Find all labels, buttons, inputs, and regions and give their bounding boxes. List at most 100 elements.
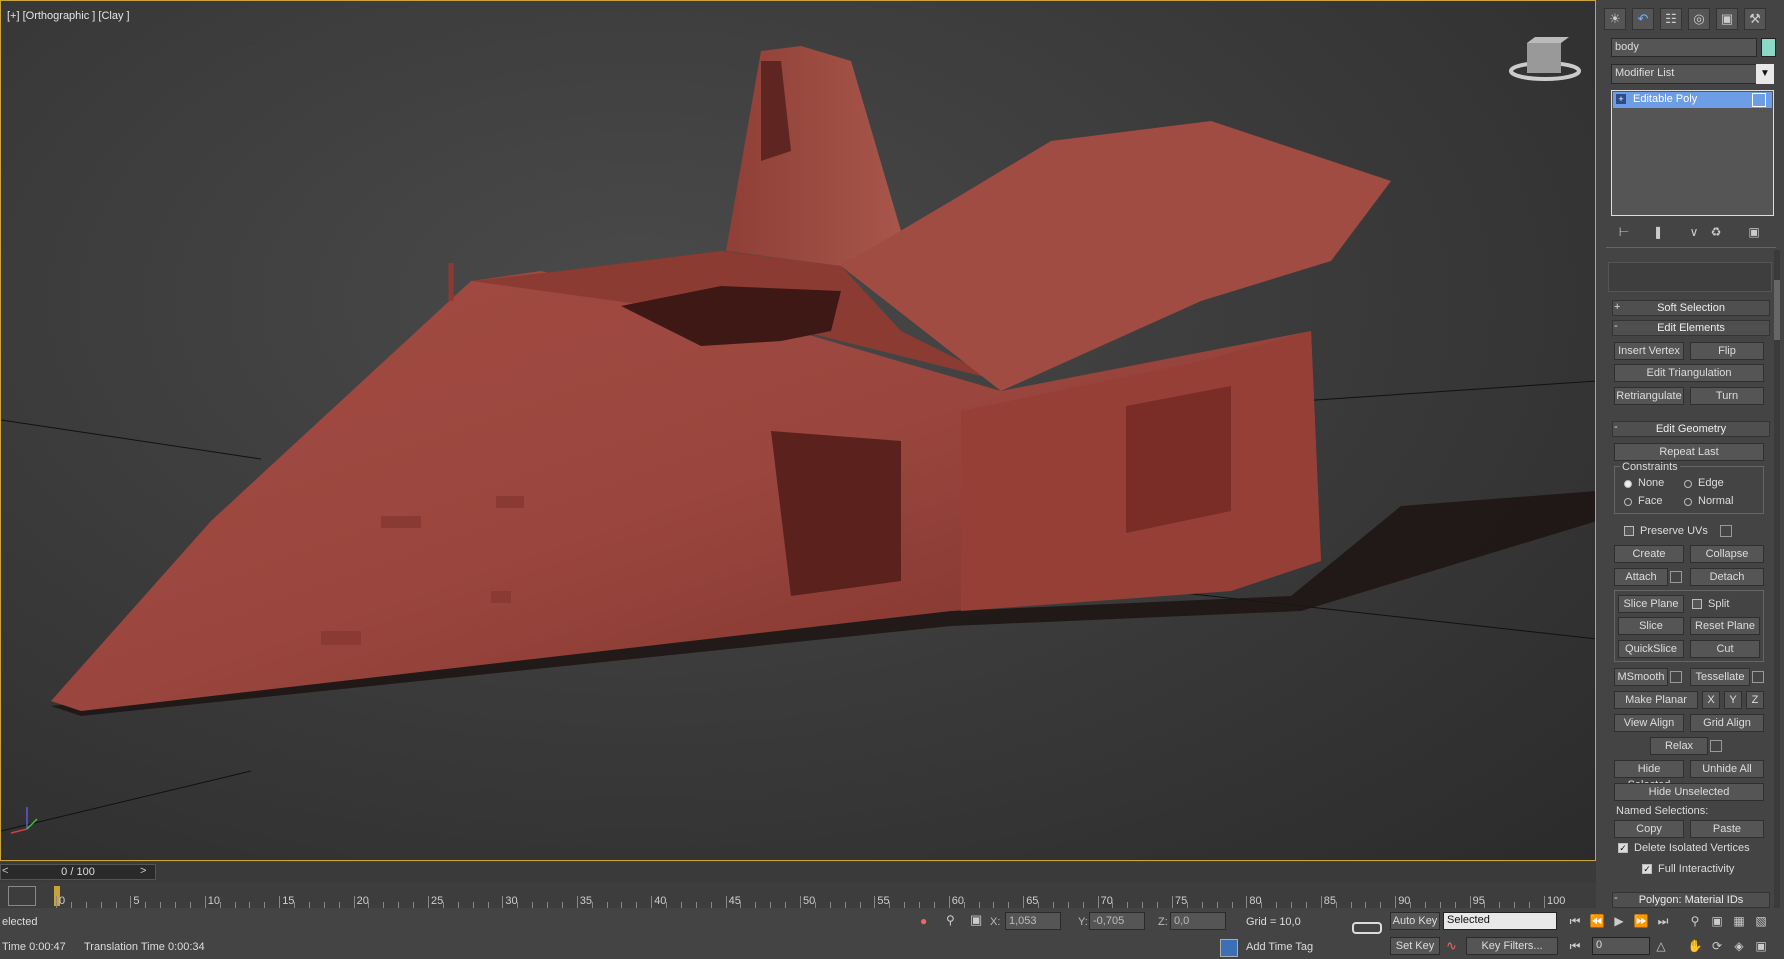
key-mode-icon[interactable]: ∿ [1446, 938, 1457, 954]
unhide-all-button[interactable]: Unhide All [1690, 760, 1764, 778]
viewport[interactable]: [+] [Orthographic ] [Clay ] [0, 0, 1596, 861]
chevron-down-icon[interactable]: ▼ [1756, 64, 1774, 84]
utilities-tab-icon[interactable]: ⚒ [1744, 8, 1766, 30]
msmooth-settings-icon[interactable] [1670, 671, 1682, 683]
display-tab-icon[interactable]: ▣ [1716, 8, 1738, 30]
expand-icon[interactable]: + [1614, 301, 1620, 313]
create-tab-icon[interactable]: ☀ [1604, 8, 1626, 30]
rollout-soft-selection[interactable]: Soft Selection [1612, 300, 1770, 316]
auto-key-button[interactable]: Auto Key [1390, 912, 1440, 930]
modify-tab-icon[interactable]: ↶ [1632, 8, 1654, 30]
key-set-dropdown[interactable]: Selected [1443, 912, 1557, 930]
paste-button[interactable]: Paste [1690, 820, 1764, 838]
collapse-icon[interactable]: - [1614, 320, 1618, 332]
zoom-all-icon[interactable]: ▣ [1708, 912, 1726, 930]
prev-frame-button[interactable]: < [2, 865, 14, 879]
view-align-button[interactable]: View Align [1614, 714, 1684, 732]
transform-mode-icon[interactable]: ▣ [970, 912, 982, 928]
rollout-edit-elements[interactable]: Edit Elements [1612, 320, 1770, 336]
expand-icon[interactable]: + [1616, 94, 1626, 104]
pin-stack-icon[interactable]: ⊢ [1616, 224, 1632, 240]
hide-unselected-button[interactable]: Hide Unselected [1614, 783, 1764, 801]
delete-isolated-checkbox[interactable]: ✓ [1618, 843, 1628, 853]
relax-button[interactable]: Relax [1650, 737, 1708, 755]
next-frame-icon[interactable]: ⏩ [1632, 912, 1650, 930]
quickslice-button[interactable]: QuickSlice [1618, 640, 1684, 658]
remove-modifier-icon[interactable]: ♻ [1708, 224, 1724, 240]
make-unique-icon[interactable]: ∨ [1686, 224, 1702, 240]
slice-button[interactable]: Slice [1618, 617, 1684, 635]
repeat-last-button[interactable]: Repeat Last [1614, 443, 1764, 461]
attach-settings-icon[interactable] [1670, 571, 1682, 583]
time-slider[interactable] [0, 862, 1596, 882]
msmooth-button[interactable]: MSmooth [1614, 668, 1668, 686]
add-time-tag[interactable]: Add Time Tag [1246, 941, 1313, 953]
planar-y-button[interactable]: Y [1724, 691, 1742, 709]
split-checkbox[interactable] [1692, 599, 1702, 609]
copy-button[interactable]: Copy [1614, 820, 1684, 838]
tessellate-settings-icon[interactable] [1752, 671, 1764, 683]
curve-editor-icon[interactable] [8, 886, 36, 906]
relax-settings-icon[interactable] [1710, 740, 1722, 752]
maximize-viewport-icon[interactable]: ▣ [1752, 937, 1770, 955]
constraint-normal-radio[interactable] [1684, 498, 1692, 506]
panel-scroll-thumb[interactable] [1774, 280, 1780, 340]
preserve-uvs-settings-icon[interactable] [1720, 525, 1732, 537]
go-to-end-icon[interactable]: ⏭ [1654, 912, 1672, 930]
retriangulate-button[interactable]: Retriangulate [1614, 387, 1684, 405]
rollout-edit-geometry[interactable]: Edit Geometry [1612, 421, 1770, 437]
full-interactivity-checkbox[interactable]: ✓ [1642, 864, 1652, 874]
lock-icon[interactable]: ⚲ [946, 913, 955, 927]
planar-x-button[interactable]: X [1702, 691, 1720, 709]
viewport-label[interactable]: [+] [Orthographic ] [Clay ] [7, 10, 130, 22]
show-end-result-toggle-icon[interactable]: ❚ [1650, 224, 1666, 240]
slice-plane-button[interactable]: Slice Plane [1618, 595, 1684, 613]
reset-plane-button[interactable]: Reset Plane [1690, 617, 1760, 635]
next-frame-button[interactable]: > [140, 865, 154, 879]
collapse-button[interactable]: Collapse [1690, 545, 1764, 563]
z-coord-field[interactable]: 0,0 [1170, 912, 1226, 930]
grid-align-button[interactable]: Grid Align [1690, 714, 1764, 732]
zoom-icon[interactable]: ⚲ [1686, 912, 1704, 930]
current-frame-field[interactable]: 0 [1592, 937, 1650, 955]
cut-button[interactable]: Cut [1690, 640, 1760, 658]
motion-tab-icon[interactable]: ◎ [1688, 8, 1710, 30]
pan-icon[interactable]: ✋ [1686, 937, 1704, 955]
orbit-icon[interactable]: ⟳ [1708, 937, 1726, 955]
edit-triangulation-button[interactable]: Edit Triangulation [1614, 364, 1764, 382]
go-to-start-icon[interactable]: ⏮ [1566, 912, 1584, 930]
preserve-uvs-checkbox[interactable] [1624, 526, 1634, 536]
constraint-face-radio[interactable] [1624, 498, 1632, 506]
attach-button[interactable]: Attach [1614, 568, 1668, 586]
collapse-icon[interactable]: - [1614, 892, 1618, 904]
constraint-edge-radio[interactable] [1684, 480, 1692, 488]
hide-selected-button[interactable]: Hide Selected [1614, 760, 1684, 791]
track-bar[interactable] [0, 882, 1596, 908]
insert-vertex-button[interactable]: Insert Vertex [1614, 342, 1684, 360]
y-coord-field[interactable]: -0,705 [1089, 912, 1145, 930]
field-of-view-icon[interactable]: ◈ [1730, 937, 1748, 955]
key-icon[interactable] [1352, 922, 1382, 934]
hierarchy-tab-icon[interactable]: ☷ [1660, 8, 1682, 30]
time-tag-icon[interactable] [1220, 939, 1238, 957]
set-key-button[interactable]: Set Key [1390, 937, 1440, 955]
modifier-stack[interactable] [1611, 90, 1774, 216]
turn-button[interactable]: Turn [1690, 387, 1764, 405]
make-planar-button[interactable]: Make Planar [1614, 691, 1698, 709]
configure-modifier-sets-icon[interactable]: ▣ [1746, 224, 1762, 240]
previous-frame-icon[interactable]: ⏪ [1588, 912, 1606, 930]
planar-z-button[interactable]: Z [1746, 691, 1764, 709]
object-color-swatch[interactable] [1761, 38, 1776, 57]
isolate-icon[interactable]: ● [920, 914, 927, 928]
constraint-none-radio[interactable] [1624, 480, 1632, 488]
panel-scrollbar[interactable] [1774, 250, 1780, 908]
tessellate-button[interactable]: Tessellate [1690, 668, 1750, 686]
rollout-polygon-material-ids[interactable]: Polygon: Material IDs [1612, 892, 1770, 908]
collapse-icon[interactable]: - [1614, 421, 1618, 433]
zoom-extents-icon[interactable]: ▦ [1730, 912, 1748, 930]
show-end-result-icon[interactable] [1752, 93, 1766, 107]
key-mode-toggle-icon[interactable]: ⏮ [1566, 937, 1584, 955]
key-filters-button[interactable]: Key Filters... [1466, 937, 1558, 955]
play-icon[interactable]: ▶ [1610, 912, 1628, 930]
detach-button[interactable]: Detach [1690, 568, 1764, 586]
